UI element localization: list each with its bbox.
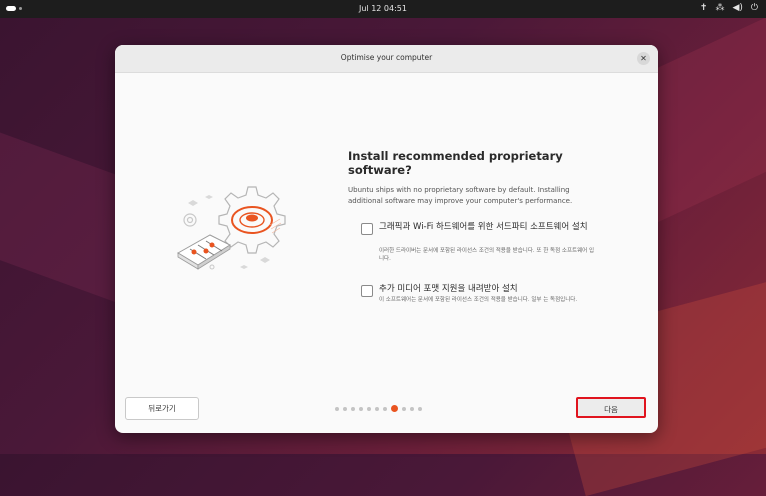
clock[interactable]: Jul 12 04:51 (0, 4, 766, 13)
option-label[interactable]: 그래픽과 Wi-Fi 하드웨어를 위한 서드파티 소프트웨어 설치 (379, 221, 599, 233)
page-dot (410, 406, 414, 411)
back-button[interactable]: 뒤로가기 (125, 397, 199, 420)
option-sublabel: 이 소프트웨어는 문서에 포함된 라이선스 조건의 적용을 받습니다. 일부 는… (379, 297, 578, 303)
network-icon[interactable]: ⁂ (715, 3, 724, 13)
checkbox-third-party-drivers[interactable] (361, 223, 373, 235)
page-dot (402, 406, 406, 411)
accessibility-icon[interactable]: ✝ (700, 3, 708, 13)
top-bar: Jul 12 04:51 ✝ ⁂ ◀) ⏻ (0, 0, 766, 18)
dialog-header: Optimise your computer ✕ (115, 45, 658, 73)
option-sublabel: 이러한 드라이버는 문서에 포함된 라이선스 조건의 적용을 받습니다. 또 한… (379, 248, 595, 262)
installer-dialog: Optimise your computer ✕ Install recomme… (115, 45, 658, 433)
page-dot (343, 406, 347, 411)
page-dot (335, 406, 339, 411)
next-button[interactable]: 다음 (576, 397, 646, 418)
page-dot (359, 406, 363, 411)
page-indicator (335, 405, 422, 412)
page-dot (351, 406, 355, 411)
main-content: Install recommended proprietary software… (348, 149, 594, 303)
page-dot (418, 406, 422, 411)
system-tray[interactable]: ✝ ⁂ ◀) ⏻ (700, 3, 758, 13)
volume-icon[interactable]: ◀) (732, 3, 742, 13)
power-icon[interactable]: ⏻ (751, 3, 758, 13)
checkbox-media-formats[interactable] (361, 285, 373, 297)
page-heading: Install recommended proprietary software… (348, 149, 563, 177)
page-dot (367, 406, 371, 411)
option-label[interactable]: 추가 미디어 포맷 지원을 내려받아 설치 (379, 283, 599, 295)
page-dot (383, 406, 387, 411)
dialog-title: Optimise your computer (340, 53, 433, 62)
page-description: Ubuntu ships with no proprietary softwar… (348, 186, 573, 205)
settings-illustration (177, 186, 286, 270)
page-dot (375, 406, 379, 411)
page-dot-active (391, 405, 398, 412)
close-button[interactable]: ✕ (637, 52, 650, 65)
